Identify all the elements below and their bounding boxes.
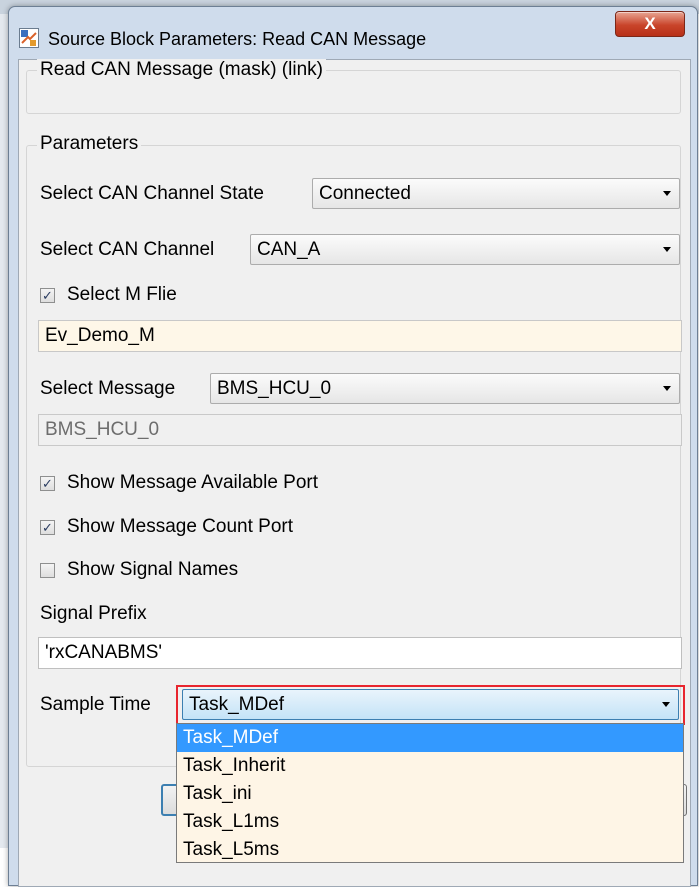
message-label: Select Message: [40, 378, 176, 399]
show-count-port-checkbox[interactable]: ✓: [40, 520, 55, 535]
message-display-field: BMS_HCU_0: [38, 414, 682, 446]
channel-state-dropdown[interactable]: Connected: [312, 178, 680, 209]
show-count-port-label: Show Message Count Port: [67, 516, 294, 537]
sample-time-options-list: Task_MDef Task_Inherit Task_ini Task_L1m…: [176, 723, 684, 863]
dropdown-option[interactable]: Task_ini: [177, 780, 683, 808]
chevron-down-icon: [663, 386, 671, 391]
show-available-port-label: Show Message Available Port: [67, 472, 319, 493]
parameters-legend: Parameters: [37, 133, 142, 155]
channel-dropdown[interactable]: CAN_A: [250, 234, 680, 265]
chevron-down-icon: [663, 247, 671, 252]
channel-state-label: Select CAN Channel State: [40, 183, 264, 204]
show-signal-names-checkbox[interactable]: [40, 563, 55, 578]
title-bar[interactable]: Source Block Parameters: Read CAN Messag…: [9, 7, 697, 57]
channel-value: CAN_A: [257, 239, 321, 260]
block-description: Read CAN Message (mask) (link): [37, 59, 326, 81]
close-button[interactable]: X: [615, 11, 685, 37]
dropdown-option[interactable]: Task_Inherit: [177, 752, 683, 780]
channel-state-value: Connected: [319, 183, 411, 204]
channel-label: Select CAN Channel: [40, 239, 215, 260]
app-icon: [19, 28, 39, 48]
dropdown-option[interactable]: Task_MDef: [177, 724, 683, 752]
select-m-file-checkbox[interactable]: ✓: [40, 288, 55, 303]
highlight-box: [176, 685, 685, 725]
window-title: Source Block Parameters: Read CAN Messag…: [48, 29, 427, 49]
show-signal-names-label: Show Signal Names: [67, 559, 239, 580]
message-dropdown[interactable]: BMS_HCU_0: [210, 373, 680, 404]
dropdown-option[interactable]: Task_L1ms: [177, 808, 683, 836]
sample-time-label: Sample Time: [40, 694, 151, 715]
select-m-file-label: Select M Flie: [67, 284, 177, 305]
signal-prefix-input[interactable]: 'rxCANABMS': [38, 637, 682, 669]
show-available-port-checkbox[interactable]: ✓: [40, 476, 55, 491]
dropdown-option[interactable]: Task_L5ms: [177, 836, 683, 864]
chevron-down-icon: [663, 191, 671, 196]
signal-prefix-label: Signal Prefix: [40, 603, 147, 624]
m-file-input[interactable]: Ev_Demo_M: [38, 320, 682, 352]
message-value: BMS_HCU_0: [217, 378, 332, 399]
